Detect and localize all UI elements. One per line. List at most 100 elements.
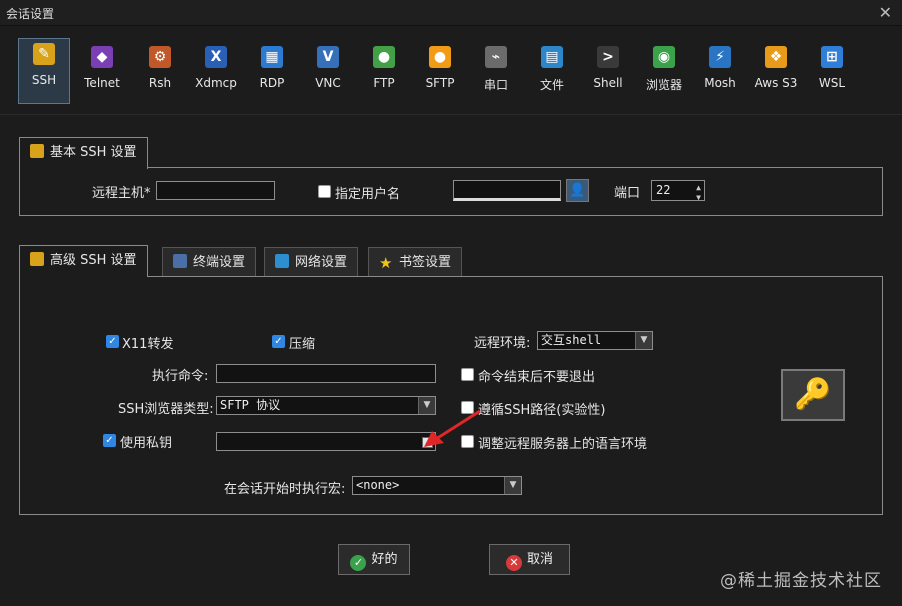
protocol-label: Aws S3 (754, 76, 798, 90)
protocol-label: 串口 (483, 78, 508, 92)
private-key-label: 使用私钥 (120, 436, 173, 451)
port-input[interactable]: 22 ▲ ▼ (651, 180, 705, 202)
protocol-sftp-button[interactable]: ● SFTP (414, 42, 466, 104)
protocol-label: VNC (315, 76, 341, 90)
wsl-icon: ⊞ (821, 46, 843, 68)
tab-bookmark-label: 书签设置 (399, 255, 452, 270)
protocol-label: Telnet (84, 76, 120, 90)
protocol-label: 文件 (539, 78, 564, 92)
ok-label: 好的 (371, 552, 398, 567)
close-icon[interactable]: ✕ (879, 3, 892, 22)
protocol-label: 浏览器 (645, 78, 682, 92)
protocol-rdp-button[interactable]: ▦ RDP (246, 42, 298, 104)
private-key-input[interactable] (216, 432, 436, 451)
protocol-label: FTP (373, 76, 395, 90)
basic-ssh-panel: 远程主机* 指定用户名 👤 端口 22 ▲ ▼ (19, 167, 883, 216)
ftp-icon: ● (373, 46, 395, 68)
serial-icon: ⌁ (485, 46, 507, 68)
wrench-icon (30, 144, 44, 158)
tab-network-label: 网络设置 (295, 255, 348, 270)
no-exit-checkbox[interactable] (461, 368, 474, 381)
protocol-ftp-button[interactable]: ● FTP (358, 42, 410, 104)
protocol-mosh-button[interactable]: ⚡ Mosh (694, 42, 746, 104)
tab-basic-ssh[interactable]: 基本 SSH 设置 (19, 137, 148, 169)
spin-down-icon[interactable]: ▼ (696, 188, 701, 207)
protocol-label: WSL (818, 76, 846, 90)
protocol-label: RDP (259, 76, 285, 90)
check-icon: ✓ (350, 555, 367, 571)
cancel-label: 取消 (526, 552, 553, 567)
protocol-ssh-button[interactable]: ✎ SSH (18, 38, 70, 104)
chevron-down-icon[interactable]: ▼ (635, 332, 652, 349)
protocol-label: SSH (31, 73, 57, 87)
browser-type-label: SSH浏览器类型: (118, 402, 214, 417)
terminal-settings-icon (173, 254, 187, 268)
adjust-locale-label: 调整远程服务器上的语言环境 (478, 437, 648, 452)
protocol-vnc-button[interactable]: V VNC (302, 42, 354, 104)
username-input[interactable] (453, 180, 561, 201)
red-arrow-icon (424, 409, 481, 447)
tab-network[interactable]: 网络设置 (264, 247, 359, 277)
remote-env-select[interactable]: 交互shell ▼ (537, 331, 653, 350)
title-bar: 会话设置 ✕ (0, 0, 902, 26)
vnc-icon: V (317, 46, 339, 68)
macro-select[interactable]: <none> ▼ (352, 476, 522, 495)
tab-basic-ssh-label: 基本 SSH 设置 (50, 145, 137, 160)
compression-checkbox[interactable]: ✓ (272, 335, 285, 348)
chevron-down-icon[interactable]: ▼ (504, 477, 521, 494)
protocol-串口-button[interactable]: ⌁ 串口 (470, 42, 522, 104)
rsh-icon: ⚙ (149, 46, 171, 68)
tab-terminal[interactable]: 终端设置 (162, 247, 257, 277)
tab-terminal-label: 终端设置 (193, 255, 246, 270)
private-key-checkbox[interactable]: ✓ (103, 434, 116, 447)
protocol-label: Rsh (148, 76, 172, 90)
tab-bookmark[interactable]: ★ 书签设置 (368, 247, 463, 277)
user-manager-icon[interactable]: 👤 (566, 179, 589, 202)
protocol-wsl-button[interactable]: ⊞ WSL (806, 42, 858, 104)
x11-checkbox[interactable]: ✓ (106, 335, 119, 348)
advanced-ssh-panel: ✓ X11转发 ✓ 压缩 远程环境: 交互shell ▼ 执行命令: 命令结束后… (19, 276, 883, 515)
protocol-label: Xdmcp (195, 76, 237, 90)
protocol-telnet-button[interactable]: ◆ Telnet (76, 42, 128, 104)
wrench-icon: ✎ (33, 43, 55, 65)
remote-host-label: 远程主机* (92, 186, 151, 201)
protocol-label: SFTP (425, 76, 455, 90)
remote-env-value: 交互shell (541, 333, 602, 347)
key-icon[interactable]: 🔑 (781, 369, 845, 421)
protocol-aws-s3-button[interactable]: ❖ Aws S3 (750, 42, 802, 104)
shell-icon: > (597, 46, 619, 68)
protocol-文件-button[interactable]: ▤ 文件 (526, 42, 578, 104)
aws-s3-icon: ❖ (765, 46, 787, 68)
protocol-浏览器-button[interactable]: ◉ 浏览器 (638, 42, 690, 104)
exec-cmd-label: 执行命令: (152, 369, 209, 384)
sftp-icon: ● (429, 46, 451, 68)
macro-value: <none> (356, 478, 400, 492)
star-icon: ★ (379, 254, 393, 272)
exec-cmd-input[interactable] (216, 364, 436, 383)
tab-advanced-ssh-label: 高级 SSH 设置 (50, 253, 137, 268)
protocol-shell-button[interactable]: > Shell (582, 42, 634, 104)
ok-button[interactable]: ✓ 好的 (338, 544, 410, 575)
cancel-button[interactable]: ✕ 取消 (489, 544, 570, 575)
browser-type-select[interactable]: SFTP 协议 ▼ (216, 396, 436, 415)
xdmcp-icon: X (205, 46, 227, 68)
compression-label: 压缩 (289, 337, 316, 352)
mosh-icon: ⚡ (709, 46, 731, 68)
specify-user-checkbox[interactable] (318, 185, 331, 198)
window-title: 会话设置 (6, 7, 55, 21)
no-exit-label: 命令结束后不要退出 (478, 370, 596, 385)
cancel-icon: ✕ (505, 555, 522, 571)
tab-advanced-ssh[interactable]: 高级 SSH 设置 (19, 245, 148, 277)
rdp-icon: ▦ (261, 46, 283, 68)
macro-label: 在会话开始时执行宏: (224, 482, 346, 497)
wrench-icon (30, 252, 44, 266)
divider (0, 114, 902, 115)
protocol-label: Mosh (704, 76, 736, 90)
network-icon (275, 254, 289, 268)
port-label: 端口 (614, 186, 641, 201)
remote-host-input[interactable] (156, 181, 275, 200)
protocol-rsh-button[interactable]: ⚙ Rsh (134, 42, 186, 104)
browser-icon: ◉ (653, 46, 675, 68)
specify-user-label: 指定用户名 (335, 187, 401, 202)
protocol-xdmcp-button[interactable]: X Xdmcp (190, 42, 242, 104)
